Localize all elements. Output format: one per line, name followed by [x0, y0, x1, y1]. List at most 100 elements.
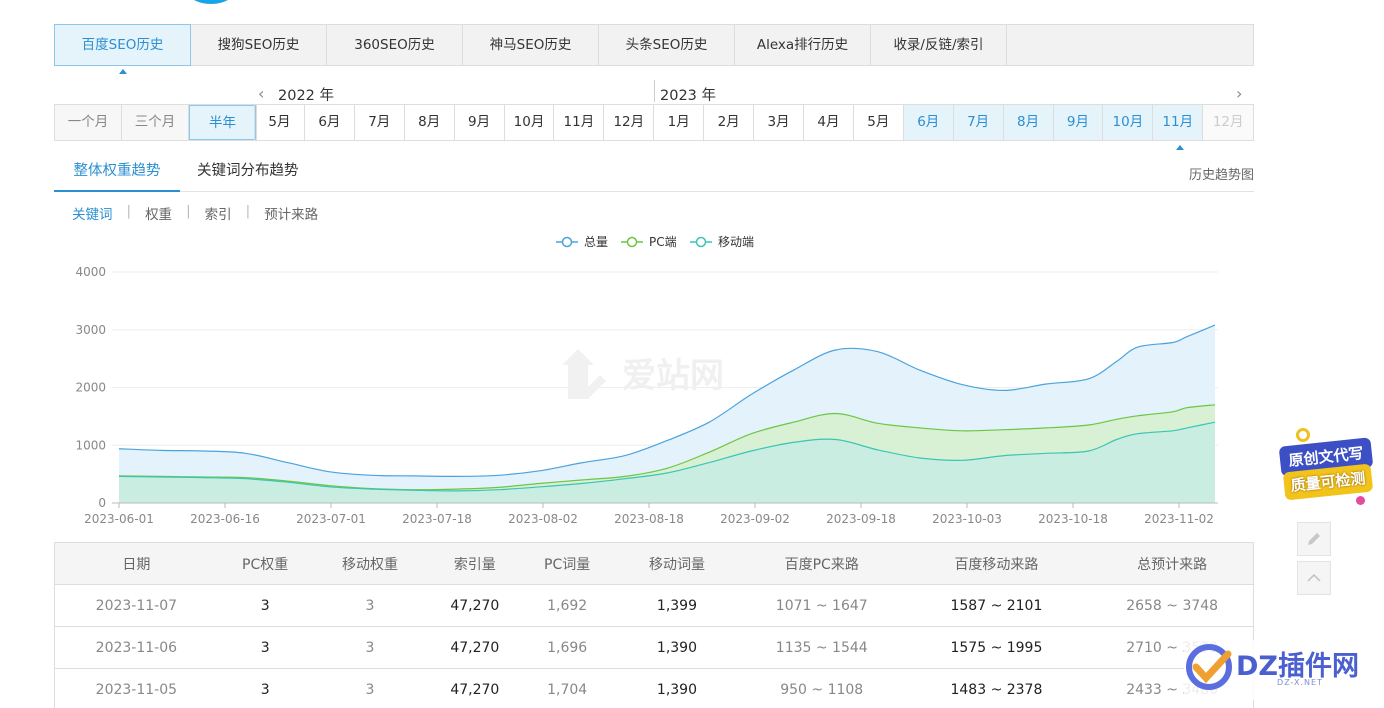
legend-label: 移动端: [718, 235, 754, 249]
month-2022-06[interactable]: 6月: [305, 105, 355, 140]
x-tick-label: 2023-09-02: [720, 512, 790, 526]
column-header: PC权重: [242, 556, 289, 573]
history-trend-link[interactable]: 历史趋势图: [1189, 164, 1254, 183]
month-2022-08[interactable]: 8月: [405, 105, 455, 140]
metric-estimated-traffic[interactable]: 预计来路: [264, 203, 318, 223]
table-cell: 950 ~ 1108: [780, 681, 864, 698]
tab-toutiao-seo[interactable]: 头条SEO历史: [599, 25, 735, 65]
back-to-top-icon[interactable]: [1297, 561, 1331, 595]
month-2022-12[interactable]: 12月: [604, 105, 655, 140]
month-2023-10[interactable]: 10月: [1103, 105, 1154, 140]
table-header-row: 日期 PC权重 移动权重 索引量 PC词量 移动词量 百度PC来路 百度移动来路 总预计来路: [55, 543, 1253, 585]
month-2023-12: 12月: [1203, 105, 1254, 140]
year-2023-label: 2023 年: [660, 88, 717, 104]
separator: |: [186, 203, 191, 219]
y-tick-label: 1000: [75, 438, 106, 452]
month-2023-02[interactable]: 2月: [704, 105, 755, 140]
table-cell: 47,270: [450, 639, 500, 656]
subtab-overall-weight[interactable]: 整体权重趋势: [54, 152, 180, 192]
range-one-month[interactable]: 一个月: [55, 105, 122, 140]
metric-keywords[interactable]: 关键词: [72, 203, 113, 223]
table-cell: 2023-11-05: [95, 681, 178, 698]
table-cell: 1483 ~ 2378: [950, 681, 1043, 698]
column-header: 百度PC来路: [784, 556, 859, 573]
month-2023-05[interactable]: 5月: [854, 105, 904, 140]
table-cell: 1,399: [656, 597, 698, 614]
range-three-months[interactable]: 三个月: [122, 105, 189, 140]
selected-month-caret: [1176, 145, 1184, 150]
legend-marker-icon: [561, 236, 573, 248]
y-tick-label: 0: [98, 496, 106, 510]
column-header: PC词量: [544, 556, 591, 573]
tab-index-backlinks[interactable]: 收录/反链/索引: [871, 25, 1007, 65]
metric-index[interactable]: 索引: [205, 203, 232, 223]
legend-label: PC端: [649, 235, 677, 249]
tab-360-seo[interactable]: 360SEO历史: [327, 25, 463, 65]
chart-legend[interactable]: 总量 PC端 移动端: [556, 235, 754, 249]
y-tick-label: 4000: [75, 265, 106, 279]
x-tick-label: 2023-10-18: [1038, 512, 1108, 526]
table-cell: 3: [260, 681, 270, 698]
table-cell: 1,704: [547, 681, 588, 698]
month-2023-04[interactable]: 4月: [804, 105, 854, 140]
table-cell: 2023-11-07: [95, 597, 178, 614]
month-2023-11[interactable]: 11月: [1153, 105, 1204, 140]
month-2022-10[interactable]: 10月: [505, 105, 555, 140]
month-2023-03[interactable]: 3月: [754, 105, 804, 140]
column-header: 日期: [122, 556, 151, 573]
next-arrow-icon[interactable]: ›: [1236, 84, 1242, 103]
promo-badge[interactable]: 原创文代写 质量可检测: [1278, 428, 1376, 508]
legend-item-0[interactable]: 总量: [556, 235, 608, 249]
subtab-keyword-distribution[interactable]: 关键词分布趋势: [197, 152, 299, 192]
tab-sogou-seo[interactable]: 搜狗SEO历史: [191, 25, 327, 65]
month-2023-07[interactable]: 7月: [953, 105, 1004, 140]
month-2023-01[interactable]: 1月: [654, 105, 705, 140]
table-cell: 1,696: [547, 639, 588, 656]
dz-logo: DZ插件网 DZ-X.NET: [1184, 640, 1384, 700]
trend-subtabs: 整体权重趋势 关键词分布趋势 历史趋势图: [54, 152, 1254, 192]
dz-logo-url: DZ-X.NET: [1277, 678, 1323, 687]
month-2022-05[interactable]: 5月: [255, 105, 305, 140]
range-half-year[interactable]: 半年: [189, 105, 256, 140]
x-tick-label: 2023-11-02: [1144, 512, 1214, 526]
month-2022-11[interactable]: 11月: [554, 105, 605, 140]
prev-arrow-icon[interactable]: ‹: [258, 84, 264, 103]
x-tick-label: 2023-08-02: [508, 512, 578, 526]
tab-baidu-seo[interactable]: 百度SEO历史: [54, 24, 191, 66]
separator: |: [126, 203, 132, 219]
legend-item-2[interactable]: 移动端: [690, 235, 754, 249]
month-2023-06[interactable]: 6月: [903, 105, 954, 140]
x-tick-label: 2023-06-16: [190, 512, 260, 526]
column-header: 索引量: [453, 556, 496, 573]
legend-marker-icon: [626, 236, 638, 248]
table-row: 2023-11-06 3 3 47,270 1,696 1,390 1135 ~ 1544 1…: [55, 627, 1253, 669]
year-divider: [654, 80, 655, 102]
badge-ring-icon: [1296, 428, 1310, 442]
seo-history-tabs: 百度SEO历史 搜狗SEO历史 360SEO历史 神马SEO历史 头条SEO历史…: [54, 24, 1254, 66]
table-row: 2023-11-07 3 3 47,270 1,692 1,399 1071 ~ 1647 1…: [55, 585, 1253, 627]
month-2023-08[interactable]: 8月: [1003, 105, 1054, 140]
keyword-data-table: 日期 PC权重 移动权重 索引量 PC词量 移动词量 百度PC来路 百度移动来路 总预计来路 2…: [54, 542, 1254, 708]
month-2022-07[interactable]: 7月: [355, 105, 405, 140]
y-tick-label: 3000: [75, 323, 106, 337]
column-header: 总预计来路: [1137, 556, 1208, 573]
x-tick-label: 2023-10-03: [932, 512, 1002, 526]
month-2022-09[interactable]: 9月: [455, 105, 505, 140]
x-tick-label: 2023-09-18: [826, 512, 896, 526]
legend-label: 总量: [584, 235, 608, 249]
column-header: 移动权重: [341, 556, 398, 573]
table-cell: 3: [260, 639, 270, 656]
metric-weight[interactable]: 权重: [145, 203, 172, 223]
table-cell: 1135 ~ 1544: [775, 639, 868, 656]
tab-shenma-seo[interactable]: 神马SEO历史: [463, 25, 599, 65]
watermark-logo-icon: [562, 349, 606, 399]
month-2023-09[interactable]: 9月: [1053, 105, 1104, 140]
legend-item-1[interactable]: PC端: [621, 235, 677, 249]
table-row: 2023-11-05 3 3 47,270 1,704 1,390 950 ~ 1108 14…: [55, 669, 1253, 708]
edit-icon[interactable]: [1297, 522, 1331, 556]
table-cell: 3: [365, 681, 375, 698]
x-tick-label: 2023-07-18: [402, 512, 472, 526]
tab-alexa-rank[interactable]: Alexa排行历史: [735, 25, 871, 65]
separator: |: [245, 203, 251, 219]
range-selector: 一个月 三个月 半年: [54, 104, 257, 141]
